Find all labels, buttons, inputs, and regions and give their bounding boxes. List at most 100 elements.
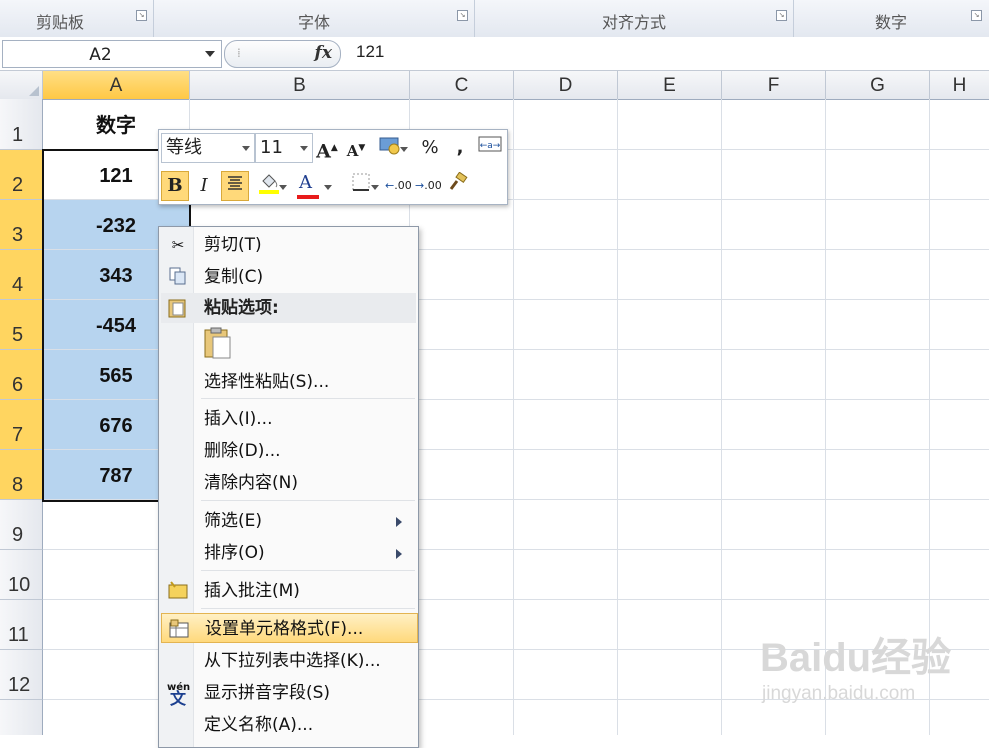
- percent-style-button[interactable]: %: [417, 134, 443, 162]
- submenu-arrow-icon: [396, 517, 402, 527]
- row-header-4[interactable]: 4: [0, 250, 43, 300]
- shrink-font-button[interactable]: A▼: [343, 134, 369, 162]
- menu-item-define-name[interactable]: 定义名称(A)...: [161, 710, 416, 740]
- menu-item-sort[interactable]: 排序(O): [161, 538, 416, 568]
- select-all-button[interactable]: [0, 71, 43, 99]
- paste-button[interactable]: [203, 327, 233, 361]
- borders-icon: [352, 173, 370, 191]
- align-center-icon: [228, 176, 242, 190]
- column-headers: A B C D E F G H: [0, 71, 989, 100]
- menu-item-paste-special[interactable]: 选择性粘贴(S)...: [161, 367, 416, 397]
- watermark-logo: Baidu经验: [760, 636, 952, 680]
- increase-decimal-button[interactable]: ←.00: [385, 172, 412, 200]
- submenu-arrow-icon: [396, 549, 402, 559]
- accounting-format-icon: [379, 137, 400, 155]
- bold-button[interactable]: B: [161, 171, 189, 201]
- ribbon-group-bar: 剪贴板 ↘ 字体 ↘ 对齐方式 ↘ 数字 ↘: [0, 0, 989, 38]
- dialog-launcher-icon[interactable]: ↘: [457, 10, 468, 21]
- italic-button[interactable]: I: [191, 172, 217, 200]
- context-menu: ✂ 剪切(T) 复制(C) 粘贴选项: 选择性粘贴(S)... 插入(I)...…: [158, 226, 419, 748]
- decrease-decimal-button[interactable]: →.00: [415, 172, 442, 200]
- grow-font-button[interactable]: A▲: [314, 134, 340, 162]
- font-size-dropdown[interactable]: 11: [255, 133, 313, 163]
- menu-item-delete[interactable]: 删除(D)...: [161, 436, 416, 466]
- copy-icon: [167, 267, 189, 287]
- font-color-button[interactable]: A: [296, 172, 332, 200]
- column-header-d[interactable]: D: [514, 71, 618, 99]
- menu-item-filter[interactable]: 筛选(E): [161, 506, 416, 536]
- fill-color-button[interactable]: [251, 172, 287, 200]
- ribbon-group-number: 数字 ↘: [794, 0, 988, 37]
- dialog-launcher-icon[interactable]: ↘: [776, 10, 787, 21]
- ribbon-group-label: 字体: [297, 13, 330, 32]
- column-header-b[interactable]: B: [190, 71, 410, 99]
- row-header-2[interactable]: 2: [0, 150, 43, 200]
- menu-item-label: 插入批注(M): [204, 581, 300, 601]
- row-header-8[interactable]: 8: [0, 450, 43, 500]
- row-header-6[interactable]: 6: [0, 350, 43, 400]
- menu-item-label: 复制(C): [204, 267, 264, 287]
- column-header-a[interactable]: A: [43, 71, 190, 99]
- borders-button[interactable]: [343, 172, 379, 200]
- menu-item-insert[interactable]: 插入(I)...: [161, 404, 416, 434]
- row-header-7[interactable]: 7: [0, 400, 43, 450]
- watermark-url: jingyan.baidu.com: [762, 683, 916, 704]
- chevron-down-icon: [300, 146, 308, 151]
- row-header-5[interactable]: 5: [0, 300, 43, 350]
- formula-input[interactable]: 121: [356, 42, 384, 62]
- column-header-c[interactable]: C: [410, 71, 514, 99]
- menu-item-show-phonetic[interactable]: wén 文 显示拼音字段(S): [161, 678, 416, 708]
- ribbon-group-label: 数字: [874, 13, 907, 32]
- menu-item-clear-contents[interactable]: 清除内容(N): [161, 468, 416, 498]
- ribbon-group-label: 对齐方式: [601, 13, 666, 32]
- menu-item-cut[interactable]: ✂ 剪切(T): [161, 230, 416, 260]
- insert-function-control: ⁞ fx: [224, 40, 341, 68]
- column-header-e[interactable]: E: [618, 71, 722, 99]
- menu-item-pick-from-list[interactable]: 从下拉列表中选择(K)...: [161, 646, 416, 676]
- scissors-icon: ✂: [171, 236, 185, 254]
- row-header-1[interactable]: 1: [0, 99, 43, 150]
- format-painter-icon: [449, 171, 468, 190]
- menu-item-insert-comment[interactable]: 插入批注(M): [161, 576, 416, 606]
- format-cells-icon: [168, 619, 190, 639]
- center-align-button[interactable]: [221, 171, 249, 201]
- menu-item-label: 粘贴选项:: [204, 298, 279, 318]
- column-header-h[interactable]: H: [930, 71, 989, 99]
- column-header-g[interactable]: G: [826, 71, 930, 99]
- row-header-3[interactable]: 3: [0, 200, 43, 250]
- row-header-11[interactable]: 11: [0, 600, 43, 650]
- menu-item-format-cells[interactable]: 设置单元格格式(F)...: [161, 613, 418, 643]
- formula-bar: A2 ⁞ fx 121: [0, 37, 989, 71]
- merge-center-button[interactable]: ←a→: [477, 134, 503, 162]
- menu-item-label: 显示拼音字段(S): [204, 683, 331, 703]
- menu-item-label: 清除内容(N): [204, 473, 298, 493]
- font-name-dropdown[interactable]: 等线: [161, 133, 255, 163]
- svg-text:←a→: ←a→: [480, 141, 501, 151]
- row-header-9[interactable]: 9: [0, 500, 43, 550]
- dialog-launcher-icon[interactable]: ↘: [971, 10, 982, 21]
- name-box-value: A2: [89, 45, 112, 65]
- name-box[interactable]: A2: [2, 40, 222, 68]
- baidu-watermark: Baidu经验 jingyan.baidu.com: [760, 625, 989, 720]
- merge-center-icon: ←a→: [478, 136, 502, 152]
- chevron-down-icon[interactable]: [205, 51, 215, 57]
- insert-function-button[interactable]: fx: [315, 43, 332, 63]
- format-painter-button[interactable]: [445, 171, 471, 200]
- dialog-launcher-icon[interactable]: ↘: [136, 10, 147, 21]
- row-header-13[interactable]: [0, 700, 43, 735]
- row-header-12[interactable]: 12: [0, 650, 43, 700]
- font-name-value: 等线: [166, 137, 202, 158]
- ribbon-group-font: 字体 ↘: [154, 0, 475, 37]
- column-header-f[interactable]: F: [722, 71, 826, 99]
- phonetic-icon: wén 文: [167, 682, 191, 708]
- resize-handle-icon[interactable]: ⁞: [237, 46, 241, 60]
- accounting-format-button[interactable]: [374, 134, 408, 162]
- comma-style-button[interactable]: ,: [447, 134, 473, 162]
- chevron-down-icon: [324, 185, 332, 190]
- row-header-10[interactable]: 10: [0, 550, 43, 600]
- mini-toolbar: 等线 11 A▲ A▼ % , ←a→ B I A ←.00 →.00: [158, 129, 508, 205]
- menu-item-label: 选择性粘贴(S)...: [204, 372, 330, 392]
- menu-item-copy[interactable]: 复制(C): [161, 262, 416, 292]
- font-size-value: 11: [260, 137, 283, 158]
- chevron-down-icon: [400, 147, 408, 152]
